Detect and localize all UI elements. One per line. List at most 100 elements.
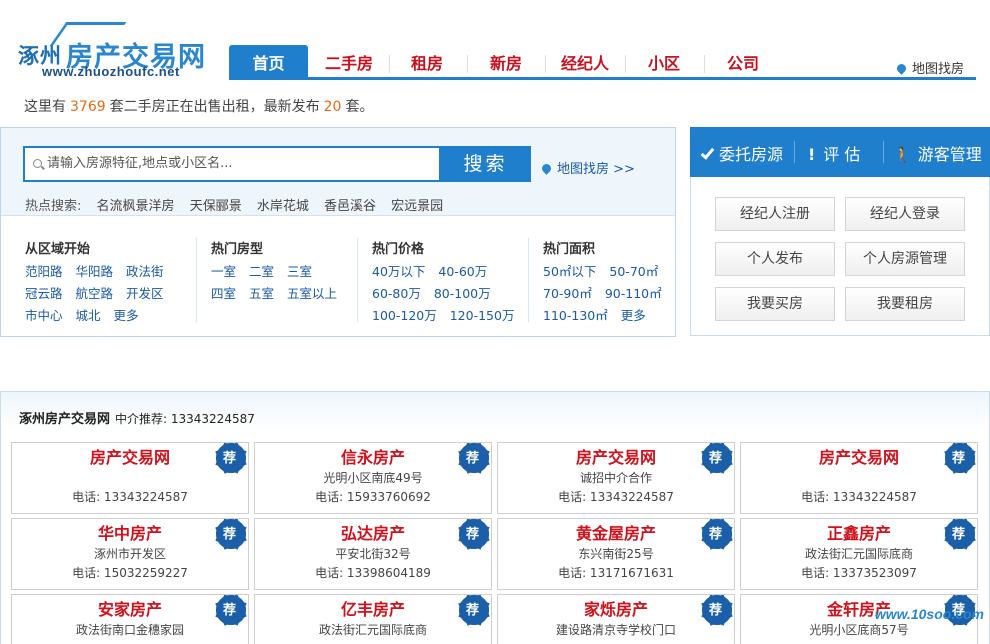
category-link[interactable]: 开发区: [126, 286, 164, 301]
watermark: www.10soo.com: [874, 606, 984, 622]
nav-community[interactable]: 小区: [633, 45, 695, 78]
nav-divider: [389, 55, 390, 73]
category-area: 热门面积 50㎡以下 50-70㎡ 70-90㎡ 90-110㎡ 110-130㎡更…: [543, 238, 675, 331]
category-link[interactable]: 100-120万: [372, 308, 437, 323]
category-link[interactable]: 120-150万: [450, 308, 515, 323]
nav-new-house[interactable]: 新房: [476, 45, 536, 78]
agency-address: [12, 469, 248, 488]
category-link[interactable]: 政法街: [126, 264, 164, 279]
agency-name[interactable]: 黄金屋房产: [498, 523, 734, 545]
category-title: 从区域开始: [25, 242, 91, 257]
agency-name[interactable]: 房产交易网: [498, 447, 734, 469]
visitor-manage-button[interactable]: 🚶 游客管理: [893, 141, 982, 165]
agency-name[interactable]: 安家房产: [12, 599, 248, 621]
category-link[interactable]: 五室: [249, 286, 274, 301]
badge-label: 荐: [709, 527, 723, 542]
badge-label: 荐: [466, 451, 480, 466]
nav-agent[interactable]: 经纪人: [554, 45, 616, 78]
category-link[interactable]: 50㎡以下: [543, 264, 596, 279]
category-link[interactable]: 城北: [76, 308, 101, 323]
buy-house-button[interactable]: 我要买房: [715, 287, 835, 321]
agency-name[interactable]: 房产交易网: [741, 447, 977, 469]
agency-card[interactable]: 房产交易网电话: 13343224587 荐: [11, 442, 249, 514]
recommend-badge-icon: 荐: [216, 519, 246, 549]
agency-card[interactable]: 家烁房产 建设路清京寺学校门口 荐: [497, 594, 735, 644]
search-input[interactable]: 请输入房源特征,地点或小区名...: [23, 146, 441, 182]
hot-keyword[interactable]: 香邑溪谷: [324, 199, 376, 214]
category-link[interactable]: 市中心: [25, 308, 63, 323]
badge-label: 荐: [466, 603, 480, 618]
category-link[interactable]: 60-80万: [372, 286, 421, 301]
agency-card[interactable]: 信永房产 光明小区南底49号 电话: 15933760692 荐: [254, 442, 492, 514]
category-divider: [528, 238, 529, 322]
agency-card[interactable]: 正鑫房产 政法街汇元国际底商 电话: 13373523097 荐: [740, 518, 978, 590]
agency-card[interactable]: 房产交易网 诚招中介合作 电话: 13343224587 荐: [497, 442, 735, 514]
listing-stats: 这里有 3769 套二手房正在出售出租，最新发布 20 套。: [24, 96, 373, 116]
category-link[interactable]: 航空路: [76, 286, 114, 301]
hot-keyword[interactable]: 水岸花城: [257, 199, 309, 214]
recommend-badge-icon: 荐: [945, 519, 975, 549]
agency-address: 涿州市开发区: [93, 547, 166, 561]
personal-listing-manage-button[interactable]: 个人房源管理: [845, 242, 965, 276]
agency-card[interactable]: 华中房产 涿州市开发区 电话: 15032259227 荐: [11, 518, 249, 590]
category-link[interactable]: 110-130㎡: [543, 308, 608, 323]
agency-name[interactable]: 信永房产: [255, 447, 491, 469]
hot-keyword[interactable]: 名流枫景洋房: [97, 199, 175, 214]
agency-name[interactable]: 房产交易网: [12, 447, 248, 469]
agency-name[interactable]: 弘达房产: [255, 523, 491, 545]
personal-publish-button[interactable]: 个人发布: [715, 242, 835, 276]
category-link[interactable]: 90-110㎡: [605, 286, 662, 301]
rent-house-button[interactable]: 我要租房: [845, 287, 965, 321]
category-link[interactable]: 三室: [287, 264, 312, 279]
agency-card[interactable]: 安家房产 政法街南口金穗家园 荐: [11, 594, 249, 644]
category-link[interactable]: 华阳路: [76, 264, 114, 279]
assess-button[interactable]: ! 评 估: [808, 141, 860, 165]
search-map-link[interactable]: 地图找房 >>: [540, 158, 635, 177]
category-link[interactable]: 二室: [249, 264, 274, 279]
tool-divider: [883, 141, 884, 163]
entrust-listing-button[interactable]: 委托房源: [700, 141, 783, 165]
badge-label: 荐: [466, 527, 480, 542]
agency-card[interactable]: 房产交易网 电话: 13343224587 荐: [740, 442, 978, 514]
agency-name[interactable]: 家烁房产: [498, 599, 734, 621]
category-link[interactable]: 40-60万: [438, 264, 487, 279]
nav-home[interactable]: 首页: [229, 45, 308, 78]
nav-rent[interactable]: 租房: [397, 45, 457, 78]
category-link[interactable]: 50-70㎡: [609, 264, 658, 279]
agency-name[interactable]: 正鑫房产: [741, 523, 977, 545]
category-link[interactable]: 冠云路: [25, 286, 63, 301]
agency-card[interactable]: 亿丰房产 政法街汇元国际底商 荐: [254, 594, 492, 644]
nav-company[interactable]: 公司: [712, 45, 774, 78]
nav-second-hand[interactable]: 二手房: [317, 45, 381, 78]
hot-searches: 热点搜索: 名流枫景洋房 天保郦景 水岸花城 香邑溪谷 宏远景园: [25, 195, 443, 214]
agency-card[interactable]: 弘达房产 平安北街32号 电话: 13398604189 荐: [254, 518, 492, 590]
badge-label: 荐: [223, 451, 237, 466]
category-link[interactable]: 四室: [211, 286, 236, 301]
search-placeholder: 请输入房源特征,地点或小区名...: [47, 156, 233, 171]
category-link[interactable]: 70-90㎡: [543, 286, 592, 301]
category-link[interactable]: 80-100万: [434, 286, 491, 301]
logo-url: www.zhuozhoufc.net: [42, 64, 180, 79]
hot-keyword[interactable]: 天保郦景: [190, 199, 242, 214]
category-link[interactable]: 40万以下: [372, 264, 425, 279]
site-logo[interactable]: 涿州 房产交易网 www.zhuozhoufc.net: [18, 22, 208, 80]
hot-keyword[interactable]: 宏远景园: [391, 199, 443, 214]
agency-card[interactable]: 黄金屋房产 东兴南街25号 电话: 13171671631 荐: [497, 518, 735, 590]
category-link[interactable]: 更多: [114, 308, 139, 323]
search-button[interactable]: 搜索: [440, 146, 531, 182]
agency-name[interactable]: 亿丰房产: [255, 599, 491, 621]
agent-login-button[interactable]: 经纪人登录: [845, 197, 965, 231]
agency-title: 涿州房产交易网: [19, 412, 111, 427]
check-icon: [700, 145, 715, 160]
agency-address: 东兴南街25号: [578, 547, 654, 561]
category-link[interactable]: 五室以上: [287, 286, 337, 301]
agency-phone: 电话: 13343224587: [72, 490, 188, 504]
nav-divider: [545, 55, 546, 73]
category-link[interactable]: 范阳路: [25, 264, 63, 279]
agent-register-button[interactable]: 经纪人注册: [715, 197, 835, 231]
category-link[interactable]: 一室: [211, 264, 236, 279]
agency-name[interactable]: 华中房产: [12, 523, 248, 545]
category-title: 热门房型: [211, 242, 264, 257]
category-link[interactable]: 更多: [621, 308, 646, 323]
nav-map-search[interactable]: 地图找房: [895, 58, 964, 77]
